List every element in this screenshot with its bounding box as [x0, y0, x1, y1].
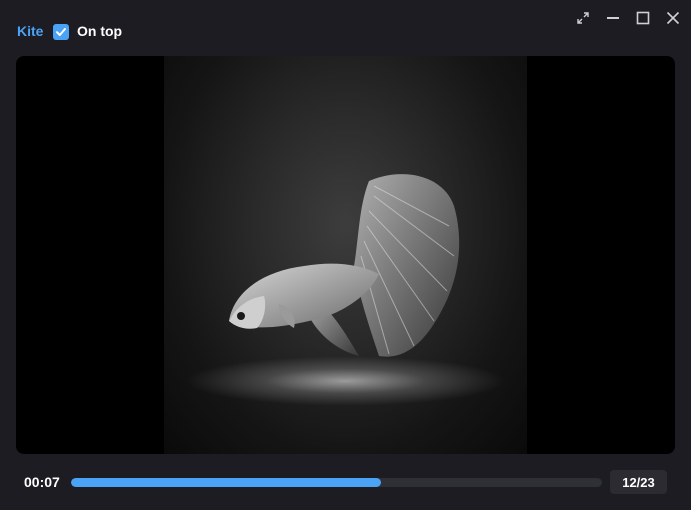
media-counter: 12/23: [610, 470, 667, 494]
fullscreen-icon: [577, 12, 589, 24]
minimize-button[interactable]: [604, 9, 622, 27]
minimize-icon: [607, 17, 619, 19]
video-player[interactable]: [16, 56, 675, 454]
progress-fill: [71, 478, 381, 487]
maximize-icon: [636, 11, 650, 25]
maximize-button[interactable]: [634, 9, 652, 27]
app-name: Kite: [17, 23, 44, 39]
betta-fish-image: [229, 174, 460, 357]
title-bar: Kite On top: [0, 0, 691, 56]
close-icon: [666, 11, 680, 25]
checkmark-icon: [56, 28, 66, 36]
close-button[interactable]: [664, 9, 682, 27]
on-top-label: On top: [77, 23, 123, 39]
on-top-checkbox[interactable]: [53, 24, 69, 40]
progress-bar[interactable]: [71, 478, 602, 487]
video-frame: [164, 56, 527, 454]
fullscreen-button[interactable]: [574, 9, 592, 27]
current-time: 00:07: [24, 474, 60, 490]
